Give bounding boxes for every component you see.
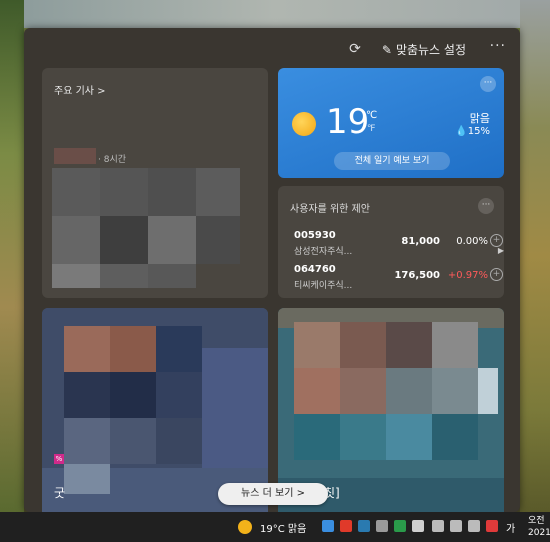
stock-price: 176,500 bbox=[394, 270, 440, 281]
news-tag-badge: % bbox=[54, 454, 64, 464]
app-icon[interactable] bbox=[468, 520, 480, 532]
suggestions-more-button[interactable]: ··· bbox=[478, 198, 494, 214]
stock-row[interactable]: 005930 삼성전자주식... 81,000 0.00% + bbox=[294, 230, 503, 258]
stock-row[interactable]: 064760 티씨케이주식... 176,500 +0.97% + bbox=[294, 264, 503, 292]
refresh-icon[interactable]: ⟳ bbox=[346, 40, 364, 58]
add-stock-icon[interactable]: + bbox=[490, 268, 503, 281]
stock-name: 삼성전자주식... bbox=[294, 247, 353, 257]
taskbar-weather-button[interactable]: 19°C 맑음 bbox=[238, 519, 306, 535]
pencil-icon: ✎ bbox=[381, 43, 392, 57]
weather-humidity: 💧15% bbox=[455, 126, 490, 137]
cloud-icon[interactable] bbox=[412, 520, 424, 532]
top-news-card[interactable]: 주요 기사 > · 8시간 bbox=[42, 68, 268, 298]
sunny-icon bbox=[238, 520, 252, 534]
next-arrow-icon[interactable]: ▶ bbox=[498, 246, 504, 255]
top-news-heading[interactable]: 주요 기사 > bbox=[54, 82, 106, 97]
weather-card[interactable]: ··· 19 ℃ ℉ 맑음 💧15% 전체 일기 예보 보기 bbox=[278, 68, 504, 178]
full-forecast-button[interactable]: 전체 일기 예보 보기 bbox=[334, 152, 450, 170]
app-icon[interactable] bbox=[358, 520, 370, 532]
personalize-news-button[interactable]: ✎ 맞춤뉴스 설정 bbox=[382, 41, 466, 58]
panel-more-button[interactable]: ··· bbox=[490, 38, 506, 54]
news-card[interactable]: % 굿 bbox=[42, 308, 268, 512]
stock-change: 0.00% bbox=[456, 236, 488, 247]
app-icon[interactable] bbox=[340, 520, 352, 532]
news-image bbox=[278, 308, 504, 478]
cloud-icon[interactable] bbox=[322, 520, 334, 532]
desktop-background-left bbox=[0, 0, 24, 512]
news-caption-block bbox=[64, 464, 110, 494]
news-image bbox=[42, 308, 268, 468]
taskbar-date: 2021- bbox=[528, 528, 550, 538]
shield-icon[interactable] bbox=[394, 520, 406, 532]
weather-temperature: 19 bbox=[326, 102, 370, 142]
input-language-indicator[interactable]: 가 bbox=[506, 520, 515, 535]
stock-change: +0.97% bbox=[447, 270, 488, 281]
top-news-image bbox=[52, 168, 240, 288]
news-interests-panel: ⟳ ✎ 맞춤뉴스 설정 ··· 주요 기사 > · 8시간 ··· 19 ℃ ℉ … bbox=[24, 28, 520, 512]
suggestions-heading: 사용자를 위한 제안 bbox=[290, 204, 370, 215]
panel-toolbar: ⟳ ✎ 맞춤뉴스 설정 ··· bbox=[24, 38, 520, 62]
taskbar-clock[interactable]: 오전 2021- bbox=[528, 515, 550, 539]
weather-more-button[interactable]: ··· bbox=[480, 76, 496, 92]
sunny-icon bbox=[292, 112, 316, 136]
taskbar-weather-text: 19°C 맑음 bbox=[260, 523, 307, 535]
personalize-news-label: 맞춤뉴스 설정 bbox=[395, 43, 466, 57]
more-news-button[interactable]: 뉴스 더 보기 > bbox=[218, 483, 328, 505]
stock-code: 005930 bbox=[294, 230, 336, 241]
volume-icon[interactable] bbox=[450, 520, 462, 532]
desktop-background-right bbox=[520, 0, 550, 512]
stock-price: 81,000 bbox=[401, 236, 440, 247]
stock-name: 티씨케이주식... bbox=[294, 281, 353, 291]
news-source-logo bbox=[54, 148, 96, 164]
stock-code: 064760 bbox=[294, 264, 336, 275]
app-icon[interactable] bbox=[486, 520, 498, 532]
suggestions-card: 사용자를 위한 제안 ··· 005930 삼성전자주식... 81,000 0… bbox=[278, 186, 504, 298]
desktop-background-top bbox=[0, 0, 550, 28]
celsius-toggle[interactable]: ℃ bbox=[366, 110, 377, 121]
fahrenheit-toggle[interactable]: ℉ bbox=[367, 124, 376, 134]
app-icon[interactable] bbox=[376, 520, 388, 532]
taskbar-time: 오전 bbox=[528, 516, 545, 526]
network-icon[interactable] bbox=[432, 520, 444, 532]
taskbar: 19°C 맑음 가 오전 2021- bbox=[0, 512, 550, 542]
weather-condition: 맑음 bbox=[469, 112, 490, 125]
news-card[interactable]: 칫] bbox=[278, 308, 504, 512]
top-news-time: · 8시간 bbox=[98, 155, 127, 165]
news-title[interactable]: 굿 bbox=[54, 484, 65, 501]
